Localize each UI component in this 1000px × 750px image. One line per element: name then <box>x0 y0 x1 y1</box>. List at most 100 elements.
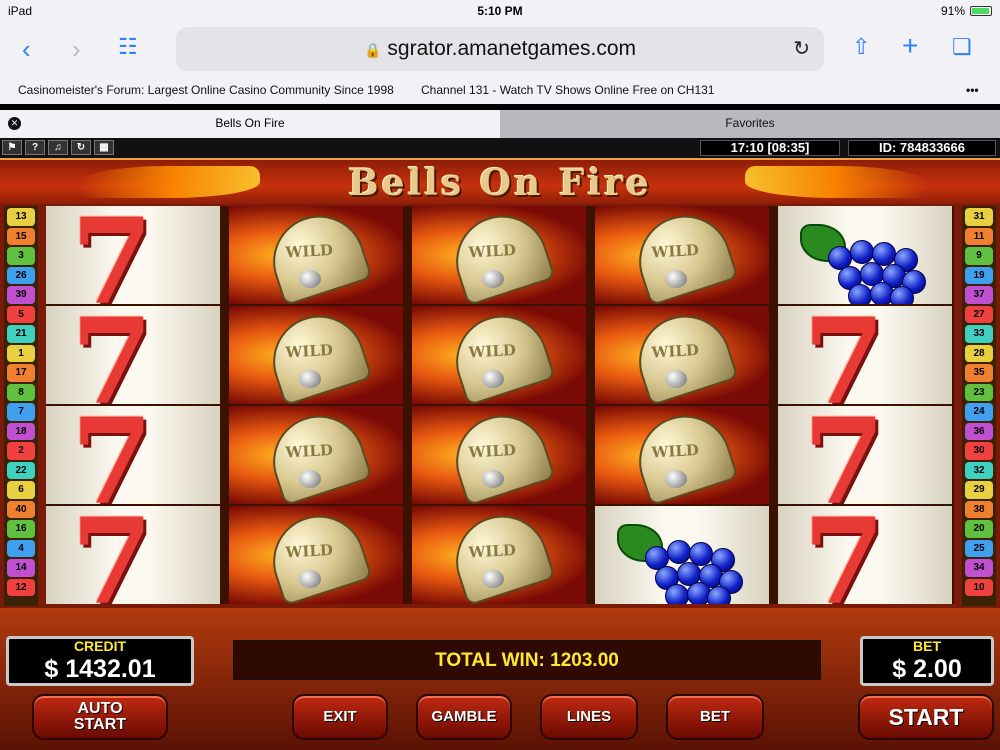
wild-bell-symbol: WILD <box>412 506 586 604</box>
payline-marker: 2 <box>7 442 35 460</box>
bookmark-link[interactable]: Channel 131 - Watch TV Shows Online Free… <box>421 83 714 97</box>
address-bar[interactable]: 🔒 sgrator.amanetgames.com ↻ <box>176 27 824 71</box>
payline-marker: 39 <box>7 286 35 304</box>
share-icon[interactable]: ⇧ <box>852 34 870 60</box>
payline-marker: 25 <box>965 539 993 557</box>
tabs-overview-icon[interactable]: ❏ <box>952 34 972 60</box>
clapper-icon <box>665 470 687 488</box>
paylines-right: 31 11 9 19 37 27 33 28 35 23 24 36 30 32 29 38 20 25 34 10 <box>962 206 996 606</box>
wild-bell-symbol: WILD <box>595 406 769 504</box>
start-button[interactable]: START <box>858 694 994 740</box>
seven-symbol: 7 <box>46 506 220 604</box>
wild-label: WILD <box>468 241 517 262</box>
bell-icon: WILD <box>627 206 739 304</box>
payline-marker: 11 <box>965 227 993 245</box>
seven-glyph: 7 <box>71 406 154 504</box>
clapper-icon <box>482 370 504 388</box>
wild-bell-symbol: WILD <box>229 406 403 504</box>
payline-marker: 13 <box>7 208 35 226</box>
wild-bell-symbol: WILD <box>412 306 586 404</box>
payline-marker: 18 <box>7 422 35 440</box>
wild-label: WILD <box>651 241 700 262</box>
close-icon[interactable]: ✕ <box>8 117 21 130</box>
tab-favorites[interactable]: Favorites <box>500 110 1000 138</box>
seven-symbol: 7 <box>778 306 952 404</box>
wild-label: WILD <box>285 541 334 562</box>
reel: WILD WILD WILD <box>595 206 769 604</box>
grapes-icon <box>635 518 743 604</box>
bell-icon: WILD <box>627 306 739 404</box>
reload-icon[interactable]: ↻ <box>793 27 810 71</box>
new-tab-icon[interactable]: + <box>902 30 918 62</box>
game-clock: 17:10 [08:35] <box>700 140 840 156</box>
bookmark-link[interactable]: Casinomeister's Forum: Largest Online Ca… <box>18 83 394 97</box>
reel: 7777 <box>46 206 220 604</box>
tab-bells-on-fire[interactable]: ✕ Bells On Fire <box>0 110 500 138</box>
status-right: 91% <box>941 4 992 18</box>
total-win: TOTAL WIN: 1203.00 <box>233 640 821 680</box>
payline-marker: 5 <box>7 305 35 323</box>
seven-symbol: 7 <box>46 406 220 504</box>
payline-marker: 17 <box>7 364 35 382</box>
grape-symbol <box>778 206 952 304</box>
lock-icon: 🔒 <box>363 42 382 58</box>
forward-icon[interactable]: › <box>72 34 81 65</box>
bookmarks-icon[interactable]: ☷ <box>118 34 138 60</box>
wild-label: WILD <box>468 541 517 562</box>
wild-bell-symbol: WILD <box>229 506 403 604</box>
grape-berry <box>667 540 691 564</box>
grape-symbol <box>595 506 769 604</box>
browser-toolbar: ‹ › ☷ 🔒 sgrator.amanetgames.com ↻ ⇧ + ❏ <box>0 22 1000 78</box>
auto-start-button[interactable]: AUTO START <box>32 694 168 740</box>
payline-marker: 24 <box>965 403 993 421</box>
slot-game: ⚑ ? ♫ ↻ ▦ 17:10 [08:35] ID: 784833666 Be… <box>0 138 1000 750</box>
payline-marker: 9 <box>965 247 993 265</box>
payline-marker: 34 <box>965 559 993 577</box>
wild-label: WILD <box>651 341 700 362</box>
payline-marker: 38 <box>965 500 993 518</box>
clapper-icon <box>665 270 687 288</box>
bookmarks-bar: Casinomeister's Forum: Largest Online Ca… <box>0 78 1000 104</box>
payline-marker: 19 <box>965 266 993 284</box>
grape-berry <box>848 284 872 304</box>
sound-icon[interactable]: ♫ <box>48 140 68 155</box>
payline-marker: 35 <box>965 364 993 382</box>
game-id: ID: 784833666 <box>848 140 996 156</box>
lines-button[interactable]: LINES <box>540 694 638 740</box>
wild-bell-symbol: WILD <box>595 206 769 304</box>
wild-label: WILD <box>468 341 517 362</box>
status-time: 5:10 PM <box>477 4 523 18</box>
more-icon[interactable]: ••• <box>966 83 979 97</box>
wild-label: WILD <box>285 441 334 462</box>
reel: WILD WILD WILD WILD <box>229 206 403 604</box>
payline-marker: 12 <box>7 578 35 596</box>
seven-symbol: 7 <box>778 406 952 504</box>
wild-bell-symbol: WILD <box>229 306 403 404</box>
seven-glyph: 7 <box>803 506 886 604</box>
payline-marker: 8 <box>7 383 35 401</box>
wild-label: WILD <box>285 241 334 262</box>
settings-icon[interactable]: ▦ <box>94 140 114 155</box>
seven-symbol: 7 <box>46 306 220 404</box>
wild-bell-symbol: WILD <box>229 206 403 304</box>
payline-marker: 27 <box>965 305 993 323</box>
payline-marker: 26 <box>7 266 35 284</box>
exit-button[interactable]: EXIT <box>292 694 388 740</box>
payline-marker: 40 <box>7 500 35 518</box>
payline-marker: 22 <box>7 461 35 479</box>
bet-display: BET $ 2.00 <box>860 636 994 686</box>
game-title: Bells On Fire <box>348 162 652 204</box>
payline-marker: 15 <box>7 227 35 245</box>
language-flag-icon[interactable]: ⚑ <box>2 140 22 155</box>
help-icon[interactable]: ? <box>25 140 45 155</box>
payline-marker: 36 <box>965 422 993 440</box>
clapper-icon <box>299 270 321 288</box>
gamble-button[interactable]: GAMBLE <box>416 694 512 740</box>
bet-button[interactable]: BET <box>666 694 764 740</box>
history-icon[interactable]: ↻ <box>71 140 91 155</box>
bell-icon: WILD <box>444 206 556 304</box>
payline-marker: 4 <box>7 539 35 557</box>
back-icon[interactable]: ‹ <box>22 34 31 65</box>
payline-marker: 20 <box>965 520 993 538</box>
bell-icon: WILD <box>261 306 373 404</box>
